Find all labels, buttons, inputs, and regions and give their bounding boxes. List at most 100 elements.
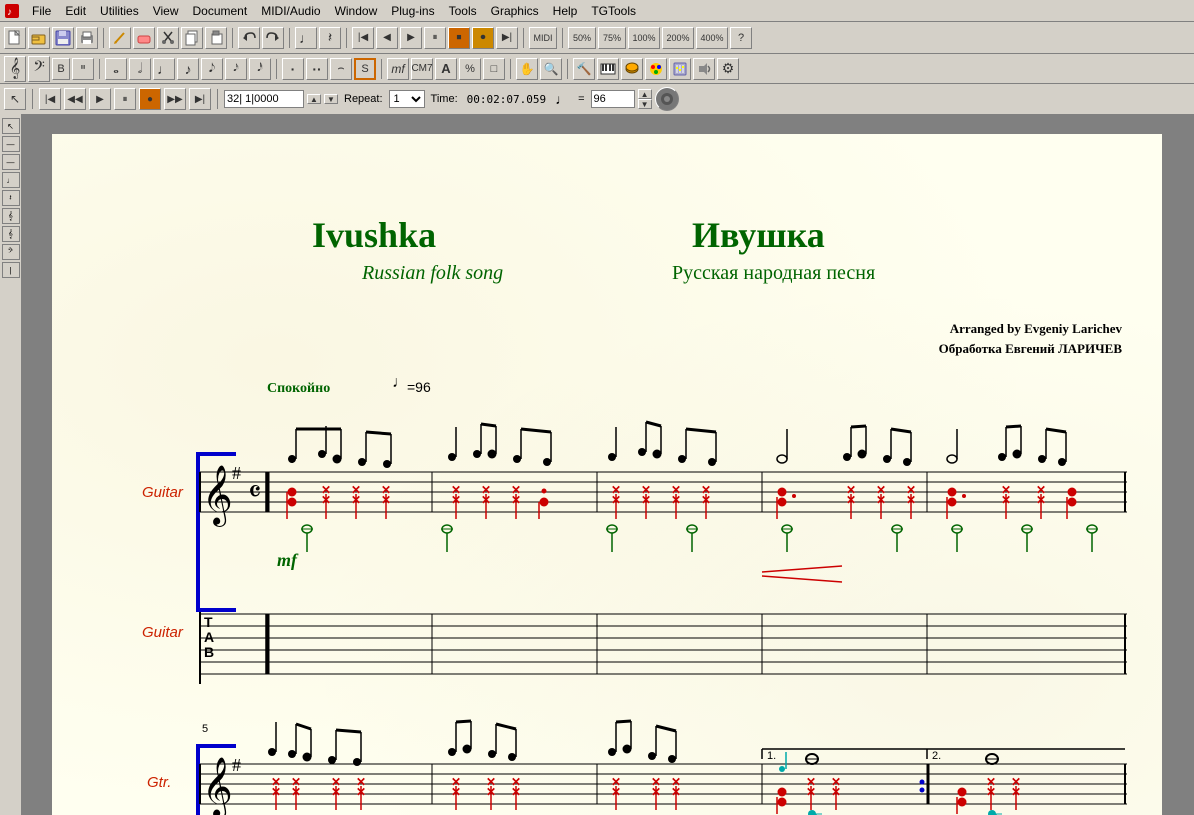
svg-text:A: A — [204, 629, 214, 645]
midi-button[interactable]: MIDI — [529, 27, 557, 49]
transport-record-button[interactable]: ● — [139, 88, 161, 110]
menu-graphics[interactable]: Graphics — [485, 2, 545, 20]
separator-12 — [32, 89, 33, 109]
tempo-down-button[interactable]: ▼ — [638, 99, 652, 109]
eighth-note-button[interactable]: ♪ — [177, 58, 199, 80]
sidebar-tool-7[interactable]: 𝄞 — [2, 226, 20, 242]
magnify-button[interactable]: 🔍 — [540, 58, 562, 80]
text-button[interactable]: A — [435, 58, 457, 80]
play-back-button[interactable]: ◀ — [376, 27, 398, 49]
tie-button[interactable]: ⌢ — [330, 58, 352, 80]
treble-clef-button[interactable]: 𝄞 — [4, 56, 26, 82]
bass-clef-button[interactable]: 𝄢 — [28, 56, 50, 82]
eraser-button[interactable] — [133, 27, 155, 49]
speaker-button[interactable] — [693, 58, 715, 80]
play-begin-button[interactable]: |◀ — [352, 27, 374, 49]
sidebar-erase-tool[interactable]: — — [2, 136, 20, 152]
whole-note-button[interactable]: 𝅝 — [105, 58, 127, 80]
zoom-50-button[interactable]: 50% — [568, 27, 596, 49]
dot-button[interactable]: · — [282, 58, 304, 80]
menu-midi-audio[interactable]: MIDI/Audio — [255, 2, 326, 20]
quarter-note-button[interactable]: ♩ — [153, 58, 175, 80]
pointer-button[interactable]: ↖ — [4, 88, 26, 110]
metronome-button[interactable] — [655, 87, 679, 111]
double-dot-button[interactable]: ·· — [306, 58, 328, 80]
score-notation: Спокойно ♩ =96 𝄞 # 𝄴 — [52, 134, 1162, 815]
position-down-button[interactable]: ▼ — [324, 94, 338, 104]
app-icon: ♪ — [4, 3, 20, 19]
zoom-400-button[interactable]: 400% — [696, 27, 728, 49]
transport-forward-button[interactable]: ▶▶ — [164, 88, 186, 110]
play-button[interactable]: ▶ — [400, 27, 422, 49]
sixtyfourth-note-button[interactable]: 𝅘𝅥𝅰 — [249, 58, 271, 80]
menu-tgtools[interactable]: TGTools — [585, 2, 642, 20]
slur-button[interactable]: S — [354, 58, 376, 80]
sidebar-tool-9[interactable]: | — [2, 262, 20, 278]
sixteenth-note-button[interactable]: 𝅘𝅥𝅮 — [201, 58, 223, 80]
frame-button[interactable]: □ — [483, 58, 505, 80]
save-button[interactable] — [52, 27, 74, 49]
drum-button[interactable] — [621, 58, 643, 80]
time-label: Time: — [428, 93, 461, 105]
transport-start-button[interactable]: |◀ — [39, 88, 61, 110]
zoom-200-button[interactable]: 200% — [662, 27, 694, 49]
menu-window[interactable]: Window — [329, 2, 384, 20]
sidebar-tool-3[interactable]: — — [2, 154, 20, 170]
redo-button[interactable] — [262, 27, 284, 49]
open-button[interactable] — [28, 27, 50, 49]
tempo-up-button[interactable]: ▲ — [638, 89, 652, 99]
new-button[interactable] — [4, 27, 26, 49]
menu-tools[interactable]: Tools — [443, 2, 483, 20]
sidebar-tool-6[interactable]: 𝄞 — [2, 208, 20, 224]
svg-text:=96: =96 — [407, 379, 431, 395]
position-input[interactable] — [224, 90, 304, 108]
paste-button[interactable] — [205, 27, 227, 49]
note-input-button[interactable]: ♩ — [295, 27, 317, 49]
sidebar-tool-8[interactable]: 𝄢 — [2, 244, 20, 260]
stop-button[interactable]: ⏹ — [448, 27, 470, 49]
copy-button[interactable] — [181, 27, 203, 49]
mixer-button[interactable] — [669, 58, 691, 80]
half-note-button[interactable]: 𝅗𝅥 — [129, 58, 151, 80]
play-end-button[interactable]: ▶| — [496, 27, 518, 49]
dynamic-button[interactable]: mf — [387, 58, 409, 80]
sidebar-select-tool[interactable]: ↖ — [2, 118, 20, 134]
menu-utilities[interactable]: Utilities — [94, 2, 145, 20]
hammer-button[interactable]: 🔨 — [573, 58, 595, 80]
svg-text:𝄞: 𝄞 — [202, 757, 233, 815]
zoom-custom-button[interactable]: ? — [730, 27, 752, 49]
menu-view[interactable]: View — [147, 2, 185, 20]
hand-button[interactable]: ✋ — [516, 58, 538, 80]
thirtysecond-note-button[interactable]: 𝅘𝅥𝅯 — [225, 58, 247, 80]
menu-plugins[interactable]: Plug-ins — [385, 2, 440, 20]
percent-button[interactable]: % — [459, 58, 481, 80]
transport-rewind-button[interactable]: ◀◀ — [64, 88, 86, 110]
pause-button[interactable]: ⏸ — [424, 27, 446, 49]
sidebar-note-tool[interactable]: ♩ — [2, 172, 20, 188]
sidebar-rest-tool[interactable]: 𝄽 — [2, 190, 20, 206]
tempo-input[interactable] — [591, 90, 635, 108]
cut-button[interactable] — [157, 27, 179, 49]
repeat-select[interactable]: 123 — [389, 90, 425, 108]
piano-button[interactable] — [597, 58, 619, 80]
position-up-button[interactable]: ▲ — [307, 94, 321, 104]
pencil-button[interactable] — [109, 27, 131, 49]
menu-document[interactable]: Document — [187, 2, 254, 20]
settings-button[interactable]: ⚙ — [717, 58, 739, 80]
percussion-clef-button[interactable]: 𝄥 — [72, 58, 94, 80]
transport-pause-button[interactable]: ⏸ — [114, 88, 136, 110]
rest-input-button[interactable]: 𝄽 — [319, 27, 341, 49]
transport-play-button[interactable]: ▶ — [89, 88, 111, 110]
zoom-100-button[interactable]: 100% — [628, 27, 660, 49]
undo-button[interactable] — [238, 27, 260, 49]
alto-clef-button[interactable]: B — [52, 58, 70, 80]
zoom-75-button[interactable]: 75% — [598, 27, 626, 49]
palette-button[interactable] — [645, 58, 667, 80]
menu-edit[interactable]: Edit — [59, 2, 92, 20]
print-button[interactable] — [76, 27, 98, 49]
chord-button[interactable]: CM7 — [411, 58, 433, 80]
menu-help[interactable]: Help — [547, 2, 584, 20]
record-button[interactable]: ⏺ — [472, 27, 494, 49]
menu-file[interactable]: File — [26, 2, 57, 20]
transport-end-button[interactable]: ▶| — [189, 88, 211, 110]
